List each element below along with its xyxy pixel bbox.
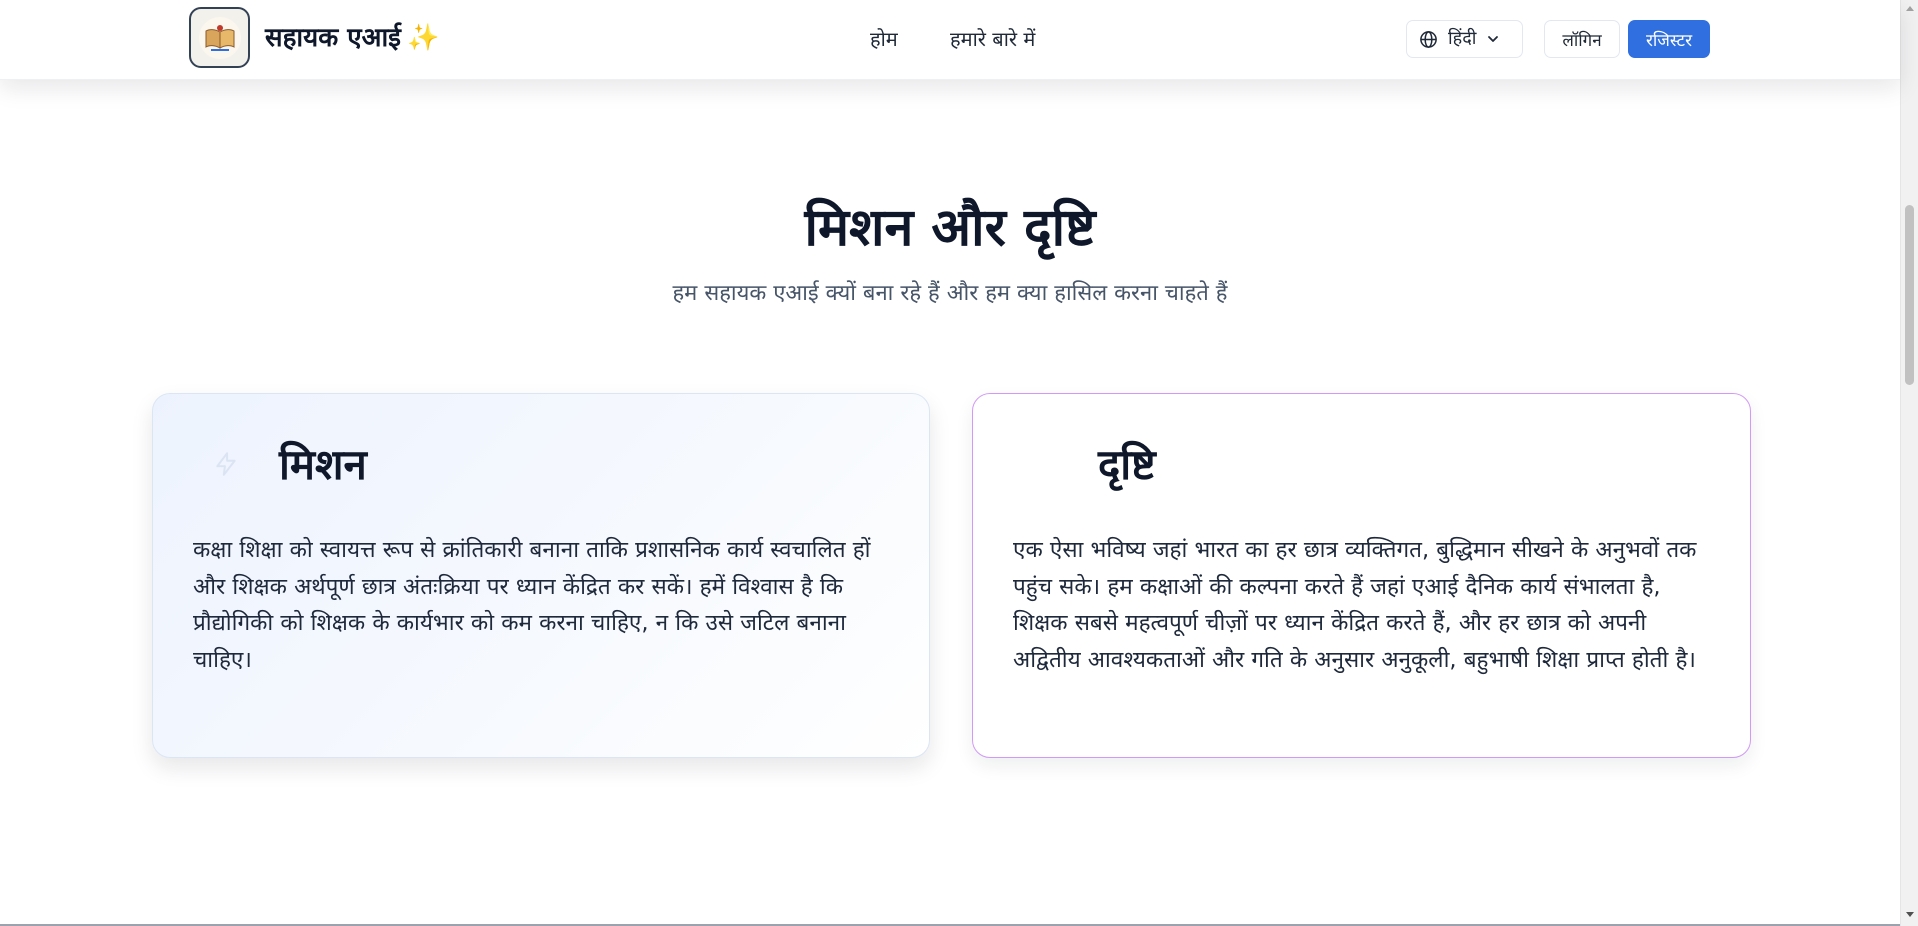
scrollbar[interactable] <box>1900 0 1918 926</box>
section-subtitle: हम सहायक एआई क्यों बना रहे हैं और हम क्य… <box>672 281 1228 306</box>
lightning-icon <box>213 451 239 477</box>
eye-icon <box>1033 451 1059 477</box>
register-button[interactable]: रजिस्टर <box>1628 20 1710 58</box>
logo[interactable] <box>189 7 250 68</box>
section-title: मिशन और दृष्टि <box>804 198 1096 258</box>
logo-book-icon <box>198 16 241 59</box>
brand-text: सहायक एआई <box>265 23 401 53</box>
mission-text: कक्षा शिक्षा को स्वायत्त रूप से क्रांतिक… <box>193 537 871 673</box>
globe-icon <box>1419 30 1438 49</box>
vision-card: दृष्टि एक ऐसा भविष्य जहां भारत का हर छात… <box>972 393 1751 758</box>
nav-home-link[interactable]: होम <box>870 24 898 54</box>
scrollbar-thumb[interactable] <box>1905 205 1914 385</box>
page: सहायक एआई ✨ होम हमारे बारे में हिंदी लॉगि… <box>0 0 1918 926</box>
vision-title: दृष्टि <box>1098 440 1156 489</box>
nav-about-link[interactable]: हमारे बारे में <box>950 24 1035 54</box>
language-select[interactable]: हिंदी <box>1406 20 1523 58</box>
scroll-up-icon[interactable] <box>1906 6 1914 11</box>
mission-title: मिशन <box>279 440 367 489</box>
brand-name[interactable]: सहायक एआई ✨ <box>265 20 439 56</box>
scroll-down-icon[interactable] <box>1906 912 1914 917</box>
mission-card: मिशन कक्षा शिक्षा को स्वायत्त रूप से क्र… <box>152 393 930 758</box>
language-label: हिंदी <box>1448 28 1477 49</box>
vision-text: एक ऐसा भविष्य जहां भारत का हर छात्र व्यक… <box>1013 537 1697 673</box>
sparkle-icon: ✨ <box>406 23 440 53</box>
navbar: सहायक एआई ✨ होम हमारे बारे में हिंदी लॉगि… <box>0 0 1900 80</box>
login-button[interactable]: लॉगिन <box>1544 20 1620 58</box>
chevron-down-icon <box>1486 32 1500 46</box>
